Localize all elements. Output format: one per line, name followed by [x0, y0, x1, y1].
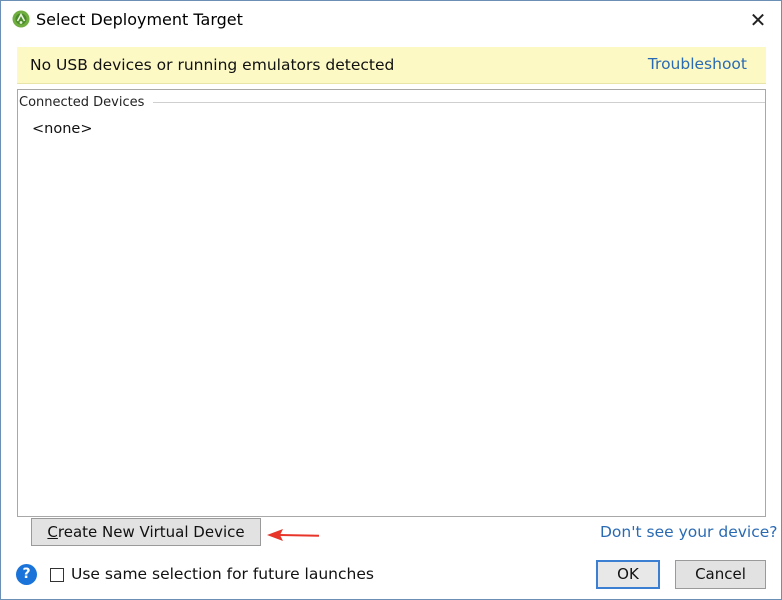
red-arrow-annotation — [267, 529, 320, 541]
cancel-button[interactable]: Cancel — [675, 560, 766, 589]
dont-see-device-link[interactable]: Don't see your device? — [600, 523, 778, 541]
help-icon[interactable]: ? — [16, 564, 37, 585]
create-mnemonic: C — [47, 523, 58, 541]
group-divider — [153, 102, 765, 103]
ok-button[interactable]: OK — [596, 560, 660, 589]
warning-banner: No USB devices or running emulators dete… — [17, 47, 766, 84]
android-studio-icon — [12, 10, 30, 28]
same-selection-checkbox[interactable] — [50, 568, 64, 582]
window-title: Select Deployment Target — [36, 10, 243, 29]
create-new-virtual-device-button[interactable]: Create New Virtual Device — [31, 518, 261, 546]
device-list-item[interactable]: <none> — [32, 121, 92, 137]
same-selection-label[interactable]: Use same selection for future launches — [71, 565, 374, 583]
connected-devices-title: Connected Devices — [18, 95, 151, 110]
close-icon: ✕ — [749, 8, 767, 32]
banner-message: No USB devices or running emulators dete… — [30, 56, 395, 74]
select-deployment-target-dialog: Select Deployment Target ✕ No USB device… — [0, 0, 782, 600]
connected-devices-panel: Connected Devices <none> — [17, 89, 766, 517]
troubleshoot-link[interactable]: Troubleshoot — [648, 55, 747, 73]
close-button[interactable]: ✕ — [743, 7, 773, 33]
title-bar[interactable]: Select Deployment Target ✕ — [1, 1, 781, 39]
create-label: reate New Virtual Device — [57, 523, 245, 541]
